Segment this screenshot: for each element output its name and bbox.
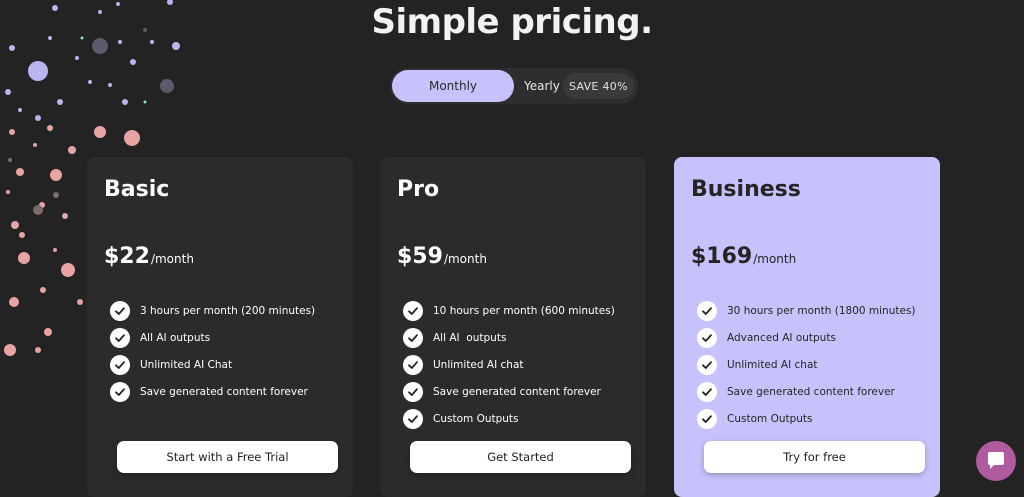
feature-item: Unlimited AI chat	[403, 351, 615, 378]
feature-label: 10 hours per month (600 minutes)	[433, 304, 615, 317]
price-amount: $59	[397, 244, 443, 269]
feature-label: All AI outputs	[140, 331, 211, 344]
yearly-option[interactable]: Yearly	[524, 70, 560, 102]
price-amount: $22	[104, 244, 150, 269]
feature-item: Custom Outputs	[403, 405, 615, 432]
feature-item: Save generated content forever	[403, 378, 615, 405]
check-icon	[110, 327, 130, 348]
feature-item: Custom Outputs	[697, 405, 916, 432]
feature-label: 30 hours per month (1800 minutes)	[727, 304, 916, 317]
check-icon	[403, 408, 423, 429]
feature-list: 30 hours per month (1800 minutes) Advanc…	[697, 297, 916, 432]
feature-item: 10 hours per month (600 minutes)	[403, 297, 615, 324]
plan-name: Business	[691, 177, 801, 202]
feature-label: Unlimited AI chat	[433, 358, 524, 371]
get-started-button[interactable]: Get Started	[410, 441, 631, 473]
check-icon	[697, 327, 717, 348]
billing-toggle[interactable]: Monthly Yearly SAVE 40%	[390, 68, 638, 104]
price-amount: $169	[691, 244, 753, 269]
check-icon	[697, 408, 717, 429]
save-badge: SAVE 40%	[563, 73, 634, 99]
feature-label: Unlimited AI Chat	[140, 358, 233, 371]
plan-card-business: Business $169 /month 30 hours per month …	[674, 157, 940, 497]
feature-label: Custom Outputs	[727, 412, 813, 425]
plan-price: $59 /month	[397, 244, 487, 269]
feature-item: Unlimited AI Chat	[110, 351, 315, 378]
feature-label: 3 hours per month (200 minutes)	[140, 304, 316, 317]
check-icon	[110, 300, 130, 321]
check-icon	[697, 381, 717, 402]
start-free-trial-button[interactable]: Start with a Free Trial	[117, 441, 338, 473]
plan-card-pro: Pro $59 /month 10 hours per month (600 m…	[380, 157, 646, 497]
feature-label: Advanced AI outputs	[727, 331, 836, 344]
feature-label: Save generated content forever	[433, 385, 601, 398]
feature-item: All AI outputs	[110, 324, 315, 351]
feature-label: Save generated content forever	[727, 385, 895, 398]
check-icon	[403, 381, 423, 402]
feature-label: All AI outputs	[433, 331, 507, 344]
plan-name: Basic	[104, 177, 170, 202]
check-icon	[110, 381, 130, 402]
feature-list: 10 hours per month (600 minutes) All AI …	[403, 297, 615, 432]
try-for-free-button[interactable]: Try for free	[704, 441, 925, 473]
feature-item: Unlimited AI chat	[697, 351, 916, 378]
plan-card-basic: Basic $22 /month 3 hours per month (200 …	[87, 157, 353, 497]
feature-label: Save generated content forever	[140, 385, 308, 398]
plan-price: $22 /month	[104, 244, 194, 269]
monthly-option[interactable]: Monthly	[392, 70, 514, 102]
feature-list: 3 hours per month (200 minutes) All AI o…	[110, 297, 315, 405]
feature-label: Custom Outputs	[433, 412, 519, 425]
chat-button[interactable]	[976, 441, 1016, 481]
price-period: /month	[150, 252, 194, 266]
feature-label: Unlimited AI chat	[727, 358, 818, 371]
price-period: /month	[443, 252, 487, 266]
check-icon	[110, 354, 130, 375]
check-icon	[403, 354, 423, 375]
feature-item: Save generated content forever	[110, 378, 315, 405]
page-title: Simple pricing.	[371, 2, 654, 42]
check-icon	[697, 300, 717, 321]
feature-item: All AI outputs	[403, 324, 615, 351]
feature-item: 30 hours per month (1800 minutes)	[697, 297, 916, 324]
feature-item: 3 hours per month (200 minutes)	[110, 297, 315, 324]
price-period: /month	[753, 252, 797, 266]
plan-price: $169 /month	[691, 244, 796, 269]
chat-bubble-icon	[988, 452, 1004, 469]
feature-item: Advanced AI outputs	[697, 324, 916, 351]
check-icon	[697, 354, 717, 375]
plan-name: Pro	[397, 177, 440, 202]
check-icon	[403, 327, 423, 348]
check-icon	[403, 300, 423, 321]
feature-item: Save generated content forever	[697, 378, 916, 405]
